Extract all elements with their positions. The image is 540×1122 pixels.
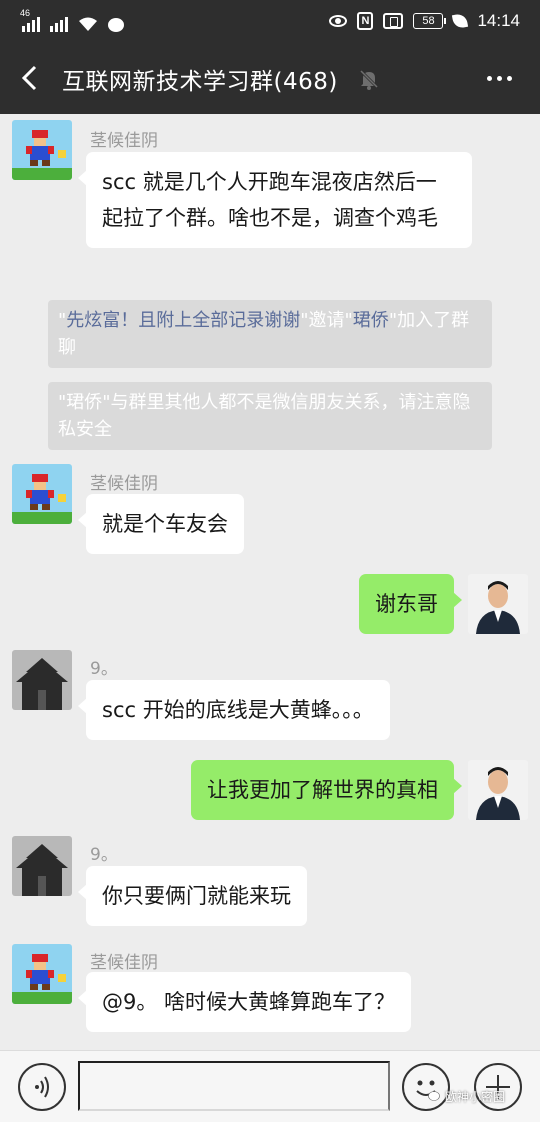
leaf-icon — [452, 12, 469, 30]
battery-icon: 58 — [413, 13, 447, 29]
sender-name: 9。 — [90, 845, 118, 865]
network-type: 46 — [20, 8, 31, 18]
avatar-building[interactable] — [12, 650, 72, 710]
signal-icon: 46 — [20, 8, 40, 32]
avatar-mario[interactable] — [12, 464, 72, 524]
wifi-icon — [79, 17, 97, 31]
avatar-self[interactable] — [468, 760, 528, 820]
watermark-text: 欧神小密圈 — [445, 1090, 506, 1104]
avatar-mario[interactable] — [12, 944, 72, 1004]
message-bubble[interactable]: 就是个车友会 — [78, 494, 244, 554]
wechat-logo-icon — [428, 1090, 440, 1101]
chat-header: 互联网新技术学习群(468) — [0, 42, 540, 114]
message-bubble[interactable]: 你只要俩门就能来玩 — [78, 866, 307, 926]
status-bar: 46 N 58 14:14 — [0, 0, 540, 42]
avatar-mario[interactable] — [12, 120, 72, 180]
system-message-privacy: "珺侨"与群里其他人都不是微信朋友关系，请注意隐私安全 — [48, 382, 492, 450]
sender-name: 9。 — [90, 659, 118, 679]
message-bubble[interactable]: scc 开始的底线是大黄蜂。。。 — [78, 680, 390, 740]
back-arrow-icon[interactable] — [18, 64, 46, 92]
signal-icon-2 — [50, 14, 68, 32]
avatar-self[interactable] — [468, 574, 528, 634]
message-bubble[interactable]: @9。 啥时候大黄蜂算跑车了？ — [77, 972, 412, 1032]
nfc-icon: N — [357, 12, 374, 30]
sender-name: 茎候佳阴 — [90, 474, 158, 494]
message-bubble-outgoing[interactable]: 让我更加了解世界的真相 — [191, 760, 462, 820]
group-title: 互联网新技术学习群(468) — [62, 69, 338, 95]
voice-input-button[interactable] — [18, 1063, 66, 1111]
message-list[interactable]: 茎候佳阴 scc 就是几个人开跑车混夜店然后一起拉了个群。啥也不是，调查个鸡毛 … — [0, 114, 540, 1050]
message-bubble[interactable]: scc 就是几个人开跑车混夜店然后一起拉了个群。啥也不是，调查个鸡毛 — [78, 152, 472, 248]
message-input[interactable] — [78, 1061, 390, 1111]
eye-comfort-icon — [329, 15, 348, 27]
battery-level: 58 — [422, 15, 435, 27]
input-bar — [0, 1050, 540, 1122]
avatar-building[interactable] — [12, 836, 72, 896]
voice-icon — [35, 1076, 49, 1098]
message-bubble-outgoing[interactable]: 谢东哥 — [359, 574, 462, 634]
more-options-icon[interactable] — [487, 76, 512, 81]
sender-name: 茎候佳阴 — [90, 953, 158, 973]
mute-bell-icon — [359, 69, 379, 90]
clock: 14:14 — [477, 11, 520, 30]
sender-name: 茎候佳阴 — [90, 131, 158, 151]
system-message-invite: "先炫富！且附上全部记录谢谢"邀请"珺侨"加入了群聊 — [48, 300, 492, 368]
message-notification-icon — [108, 18, 124, 32]
vibrate-icon — [383, 13, 404, 29]
watermark: 欧神小密圈 — [428, 1088, 505, 1105]
